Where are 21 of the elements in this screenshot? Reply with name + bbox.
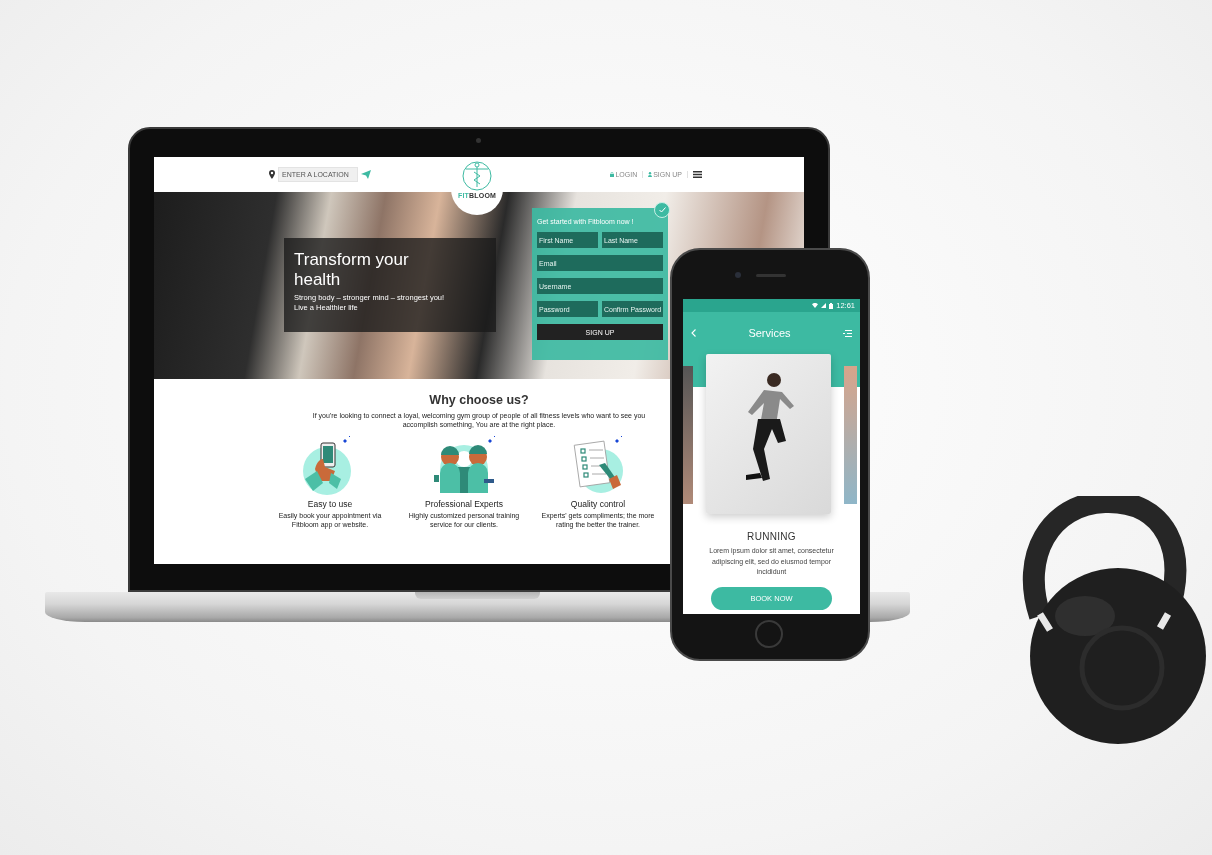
person-icon [648, 172, 653, 177]
home-button[interactable] [755, 620, 783, 648]
feature-title: Quality control [570, 499, 626, 509]
signal-icon [821, 303, 827, 308]
card-title: RUNNING [746, 531, 797, 542]
feature-title: Easy to use [307, 499, 353, 509]
paper-plane-icon[interactable] [361, 170, 371, 179]
feature-title: Professional Experts [425, 499, 503, 509]
section-title: Why choose us? [429, 393, 529, 407]
back-icon[interactable] [691, 329, 696, 337]
location-pin-icon [269, 170, 275, 179]
battery-icon [829, 302, 834, 309]
screen-title: Services [747, 327, 792, 339]
photo-placeholder[interactable] [706, 354, 831, 514]
phone-camera [735, 272, 741, 278]
figure-in-circle-icon [461, 160, 493, 192]
hero-title: Transform your health [294, 250, 410, 290]
wifi-icon [812, 303, 819, 308]
lock-icon [610, 172, 615, 177]
menu-icon[interactable] [693, 171, 702, 178]
laptop-camera [476, 138, 481, 143]
